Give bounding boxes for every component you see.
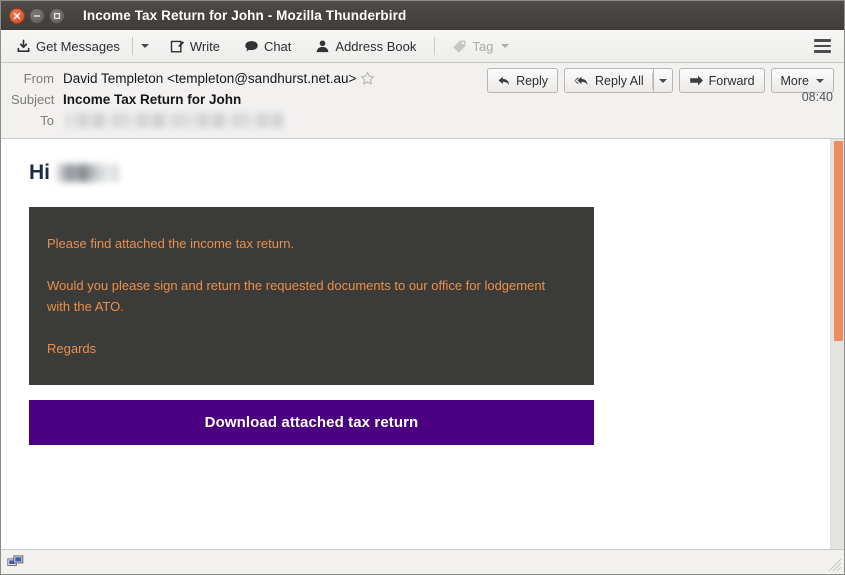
message-action-buttons: Reply Reply All Forward More bbox=[487, 68, 834, 93]
tag-icon bbox=[452, 39, 467, 54]
message-dark-panel: Please find attached the income tax retu… bbox=[29, 207, 594, 386]
more-label: More bbox=[780, 73, 809, 88]
to-row: To bbox=[11, 110, 834, 131]
reply-all-label: Reply All bbox=[595, 73, 644, 88]
message-header: Reply Reply All Forward More From David … bbox=[1, 63, 844, 139]
chevron-down-icon bbox=[659, 78, 668, 83]
thunderbird-window: Income Tax Return for John - Mozilla Thu… bbox=[0, 0, 845, 575]
app-menu-button[interactable] bbox=[808, 35, 837, 57]
greeting-line: Hi bbox=[1, 161, 830, 185]
message-body-content: Hi Please find attached the income tax r… bbox=[1, 139, 830, 549]
network-connection-icon[interactable] bbox=[6, 554, 24, 570]
body-paragraph-1: Please find attached the income tax retu… bbox=[47, 236, 295, 251]
reply-arrow-icon bbox=[498, 76, 510, 85]
close-window-button[interactable] bbox=[9, 7, 25, 24]
write-icon bbox=[170, 39, 185, 54]
window-controls bbox=[9, 7, 65, 24]
resize-grip-icon[interactable] bbox=[828, 558, 842, 572]
write-label: Write bbox=[189, 38, 220, 54]
reply-all-arrow-icon bbox=[574, 76, 588, 85]
title-bar: Income Tax Return for John - Mozilla Thu… bbox=[1, 1, 844, 30]
hamburger-bar bbox=[814, 50, 831, 53]
greeting-redacted-name bbox=[56, 164, 118, 182]
hamburger-bar bbox=[814, 39, 831, 42]
close-icon bbox=[13, 12, 21, 19]
chevron-down-icon bbox=[141, 44, 150, 48]
reply-button[interactable]: Reply bbox=[487, 68, 559, 93]
reply-label: Reply bbox=[516, 73, 549, 88]
chevron-down-icon bbox=[816, 78, 824, 83]
subject-label: Subject bbox=[11, 92, 55, 107]
tag-label: Tag bbox=[472, 38, 494, 54]
hamburger-bar bbox=[814, 44, 831, 48]
maximize-window-button[interactable] bbox=[49, 7, 65, 24]
greeting-text: Hi bbox=[29, 161, 50, 184]
body-scrollbar[interactable] bbox=[830, 139, 844, 549]
person-icon bbox=[315, 39, 330, 54]
get-messages-dropdown-button[interactable] bbox=[137, 34, 154, 59]
download-attached-tax-return-button[interactable]: Download attached tax return bbox=[29, 400, 594, 446]
get-messages-icon bbox=[16, 39, 31, 54]
reply-all-dropdown-button[interactable] bbox=[652, 68, 673, 93]
minimize-window-button[interactable] bbox=[29, 7, 45, 24]
from-label: From bbox=[23, 71, 54, 86]
forward-button[interactable]: Forward bbox=[678, 68, 765, 93]
to-label: To bbox=[40, 113, 54, 128]
forward-arrow-icon bbox=[689, 75, 703, 86]
toolbar-divider-2 bbox=[434, 37, 436, 55]
toolbar-divider-1 bbox=[131, 37, 133, 55]
window-title: Income Tax Return for John - Mozilla Thu… bbox=[83, 8, 407, 23]
maximize-icon bbox=[53, 12, 61, 19]
message-timestamp: 08:40 bbox=[801, 90, 833, 104]
body-scrollbar-thumb[interactable] bbox=[834, 141, 843, 341]
body-paragraph-3: Regards bbox=[47, 341, 97, 357]
minimize-icon bbox=[33, 14, 41, 17]
from-value[interactable]: David Templeton <templeton@sandhurst.net… bbox=[63, 71, 375, 86]
from-address: David Templeton <templeton@sandhurst.net… bbox=[63, 71, 357, 86]
get-messages-label: Get Messages bbox=[36, 38, 120, 54]
address-book-label: Address Book bbox=[335, 38, 417, 54]
chat-button[interactable]: Chat bbox=[236, 34, 299, 59]
reply-all-button[interactable]: Reply All bbox=[564, 68, 653, 93]
main-toolbar: Get Messages Write Chat Address Book Tag bbox=[1, 30, 844, 63]
reply-all-group: Reply All bbox=[564, 68, 673, 93]
chevron-down-icon bbox=[501, 44, 510, 48]
to-value[interactable] bbox=[63, 113, 283, 128]
chat-bubble-icon bbox=[244, 39, 259, 54]
tag-button[interactable]: Tag bbox=[444, 34, 517, 59]
body-paragraph-2: Would you please sign and return the req… bbox=[47, 278, 546, 315]
to-redacted-recipient bbox=[65, 113, 283, 128]
message-body-pane: Hi Please find attached the income tax r… bbox=[1, 139, 844, 550]
chat-label: Chat bbox=[263, 38, 292, 54]
subject-value: Income Tax Return for John bbox=[63, 92, 242, 107]
write-button[interactable]: Write bbox=[162, 34, 228, 59]
forward-label: Forward bbox=[708, 73, 755, 88]
status-bar bbox=[1, 550, 844, 574]
address-book-button[interactable]: Address Book bbox=[307, 34, 424, 59]
star-outline-icon[interactable] bbox=[360, 71, 375, 86]
get-messages-button[interactable]: Get Messages bbox=[8, 34, 128, 59]
